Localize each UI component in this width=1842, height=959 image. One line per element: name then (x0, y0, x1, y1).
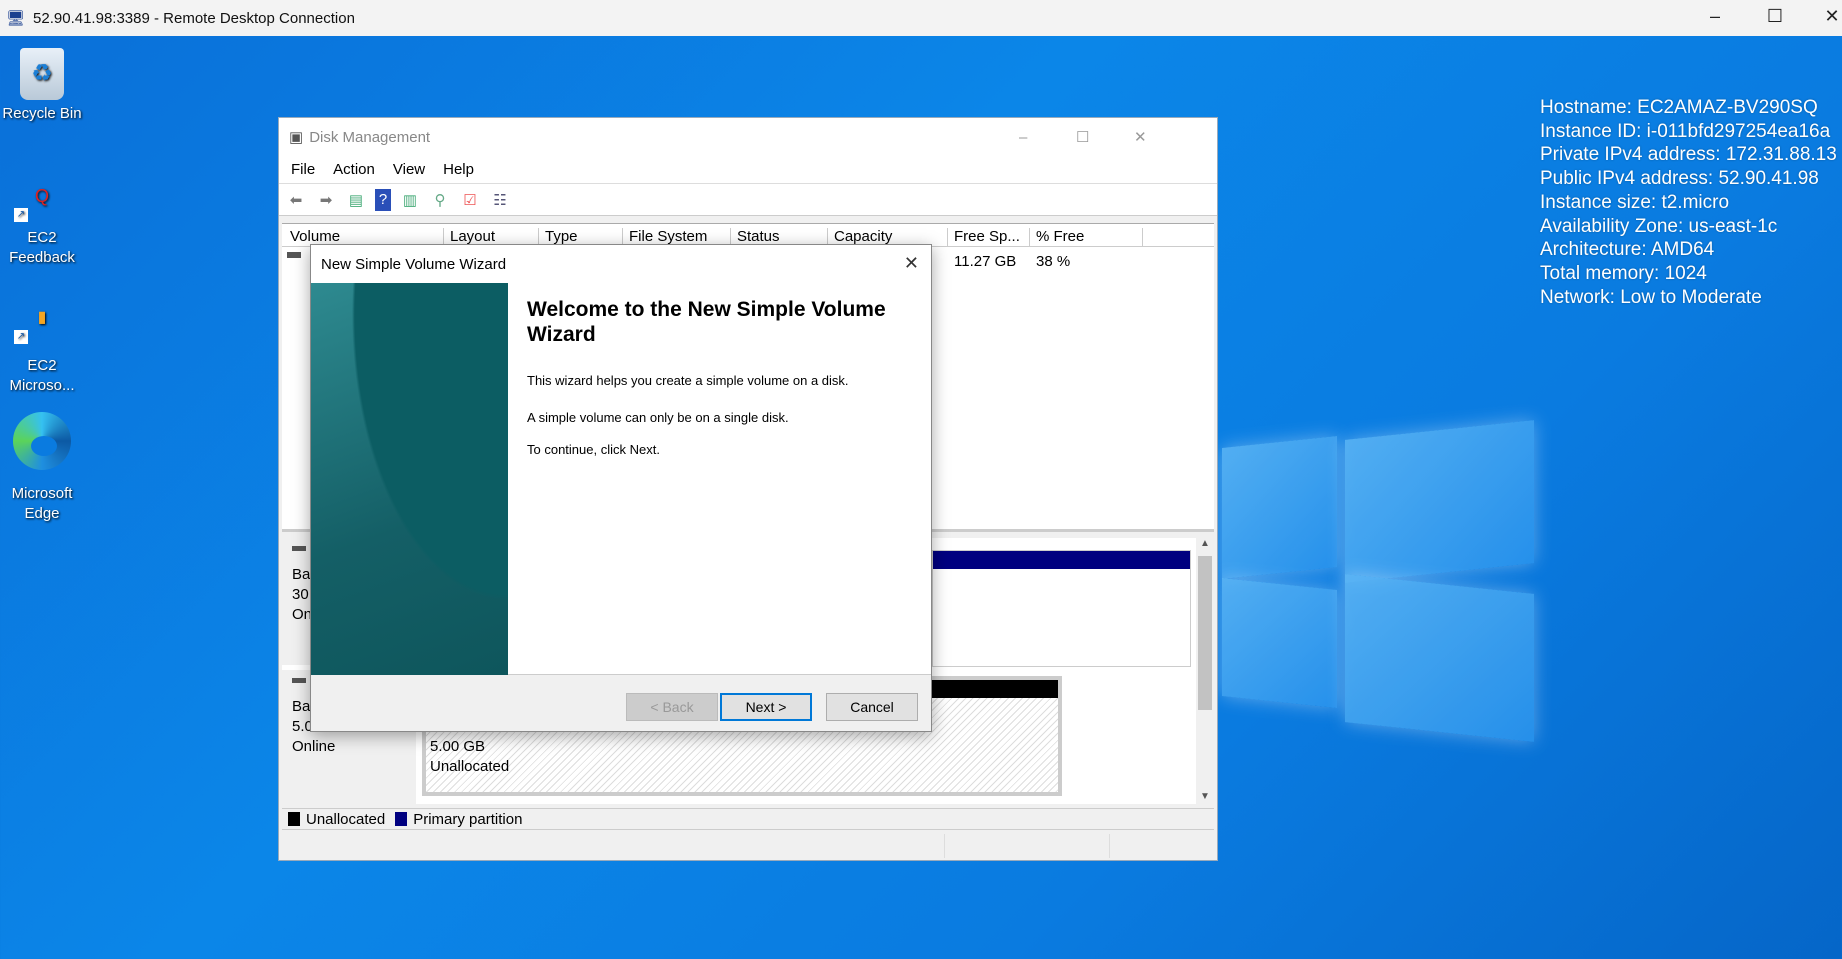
partition-size: 5.00 GB (430, 738, 486, 755)
desktop-icon-microsoft-edge[interactable]: Microsoft Edge (0, 412, 84, 524)
shortcut-arrow-icon: ↗ (14, 330, 28, 344)
menu-bar: File Action View Help (279, 156, 1217, 184)
windows-logo-pane (1222, 435, 1337, 580)
wizard-title-bar: New Simple Volume Wizard ✕ (311, 245, 931, 283)
disk-0-partition[interactable] (932, 550, 1191, 667)
properties-icon[interactable]: ☷ (489, 189, 511, 211)
close-button[interactable]: ✕ (1817, 6, 1842, 27)
rdp-title: 52.90.41.98:3389 - Remote Desktop Connec… (33, 9, 355, 27)
dm-title: Disk Management (309, 128, 431, 146)
maximize-button[interactable]: ☐ (1760, 6, 1790, 27)
vertical-scrollbar[interactable]: ▲ ▼ (1196, 538, 1214, 804)
forward-arrow-icon[interactable]: ➡ (315, 189, 337, 211)
instance-info: Hostname: EC2AMAZ-BV290SQ Instance ID: i-… (1540, 97, 1837, 308)
drive-icon (287, 252, 301, 258)
scrollbar-thumb[interactable] (1198, 556, 1212, 710)
dm-minimize-button[interactable]: – (1019, 129, 1027, 146)
recycle-bin-icon: ♻ (20, 48, 64, 100)
ec2-icon: ▮ (37, 309, 47, 326)
cancel-button[interactable]: Cancel (826, 693, 918, 721)
free-space-cell: 11.27 GB (954, 253, 1017, 270)
feedback-icon: Q (34, 186, 49, 206)
menu-view[interactable]: View (393, 161, 425, 178)
show-hide-tree-icon[interactable]: ▤ (345, 189, 367, 211)
scroll-down-icon[interactable]: ▼ (1196, 791, 1214, 802)
menu-help[interactable]: Help (443, 161, 474, 178)
next-button[interactable]: Next > (720, 693, 812, 721)
minimize-button[interactable]: – (1700, 6, 1730, 27)
status-bar (279, 832, 1217, 860)
col-spacer (1142, 228, 1149, 248)
percent-free-cell: 38 % (1036, 253, 1071, 270)
back-button[interactable]: < Back (626, 693, 718, 721)
wizard-body: Welcome to the New Simple Volume Wizard … (311, 283, 931, 675)
legend: Unallocated Primary partition (282, 808, 1214, 830)
wizard-banner-image (311, 283, 508, 675)
dm-maximize-button[interactable]: ☐ (1076, 128, 1089, 146)
dm-close-button[interactable]: ✕ (1134, 128, 1147, 146)
disk-icon (292, 546, 306, 551)
wizard-close-button[interactable]: ✕ (904, 253, 919, 274)
rdp-icon: 🖥 (6, 10, 26, 27)
legend-swatch-primary (395, 812, 408, 826)
toolbar: ⬅ ➡ ▤ ? ▥ ⚲ ☑ ☷ (279, 184, 1217, 216)
desktop-icon-ec2-feedback[interactable]: Q ↗ EC2 Feedback (0, 186, 84, 268)
desktop-icon-recycle-bin[interactable]: ♻ Recycle Bin (0, 48, 84, 124)
checklist-icon[interactable]: ☑ (459, 189, 481, 211)
connect-icon[interactable]: ⚲ (429, 189, 451, 211)
edge-icon (13, 412, 71, 470)
partition-status: Unallocated (430, 758, 510, 775)
col-percent-free[interactable]: % Free (1029, 228, 1084, 248)
disk-management-icon: ▣ (289, 129, 304, 146)
menu-file[interactable]: File (291, 161, 315, 178)
back-arrow-icon[interactable]: ⬅ (285, 189, 307, 211)
action-pane-icon[interactable]: ▥ (399, 189, 421, 211)
menu-action[interactable]: Action (333, 161, 375, 178)
col-free-space[interactable]: Free Sp... (947, 228, 1020, 248)
scroll-up-icon[interactable]: ▲ (1196, 538, 1214, 549)
wizard-heading: Welcome to the New Simple Volume Wizard (527, 298, 886, 346)
help-icon[interactable]: ? (375, 188, 391, 211)
shortcut-arrow-icon: ↗ (14, 208, 28, 222)
windows-logo-pane (1345, 574, 1534, 742)
primary-partition-bar (933, 551, 1190, 569)
rdp-title-bar: 🖥 52.90.41.98:3389 - Remote Desktop Conn… (0, 0, 1842, 36)
disk-icon (292, 678, 306, 683)
legend-swatch-unallocated (288, 812, 300, 826)
dm-title-bar: ▣ Disk Management – ☐ ✕ (279, 118, 1217, 156)
new-simple-volume-wizard: New Simple Volume Wizard ✕ Welcome to th… (310, 244, 932, 732)
desktop-icon-ec2-microsoft[interactable]: ▮ ↗ EC2 Microso... (0, 308, 84, 396)
windows-logo-pane (1345, 420, 1534, 583)
windows-logo-pane (1222, 577, 1337, 709)
